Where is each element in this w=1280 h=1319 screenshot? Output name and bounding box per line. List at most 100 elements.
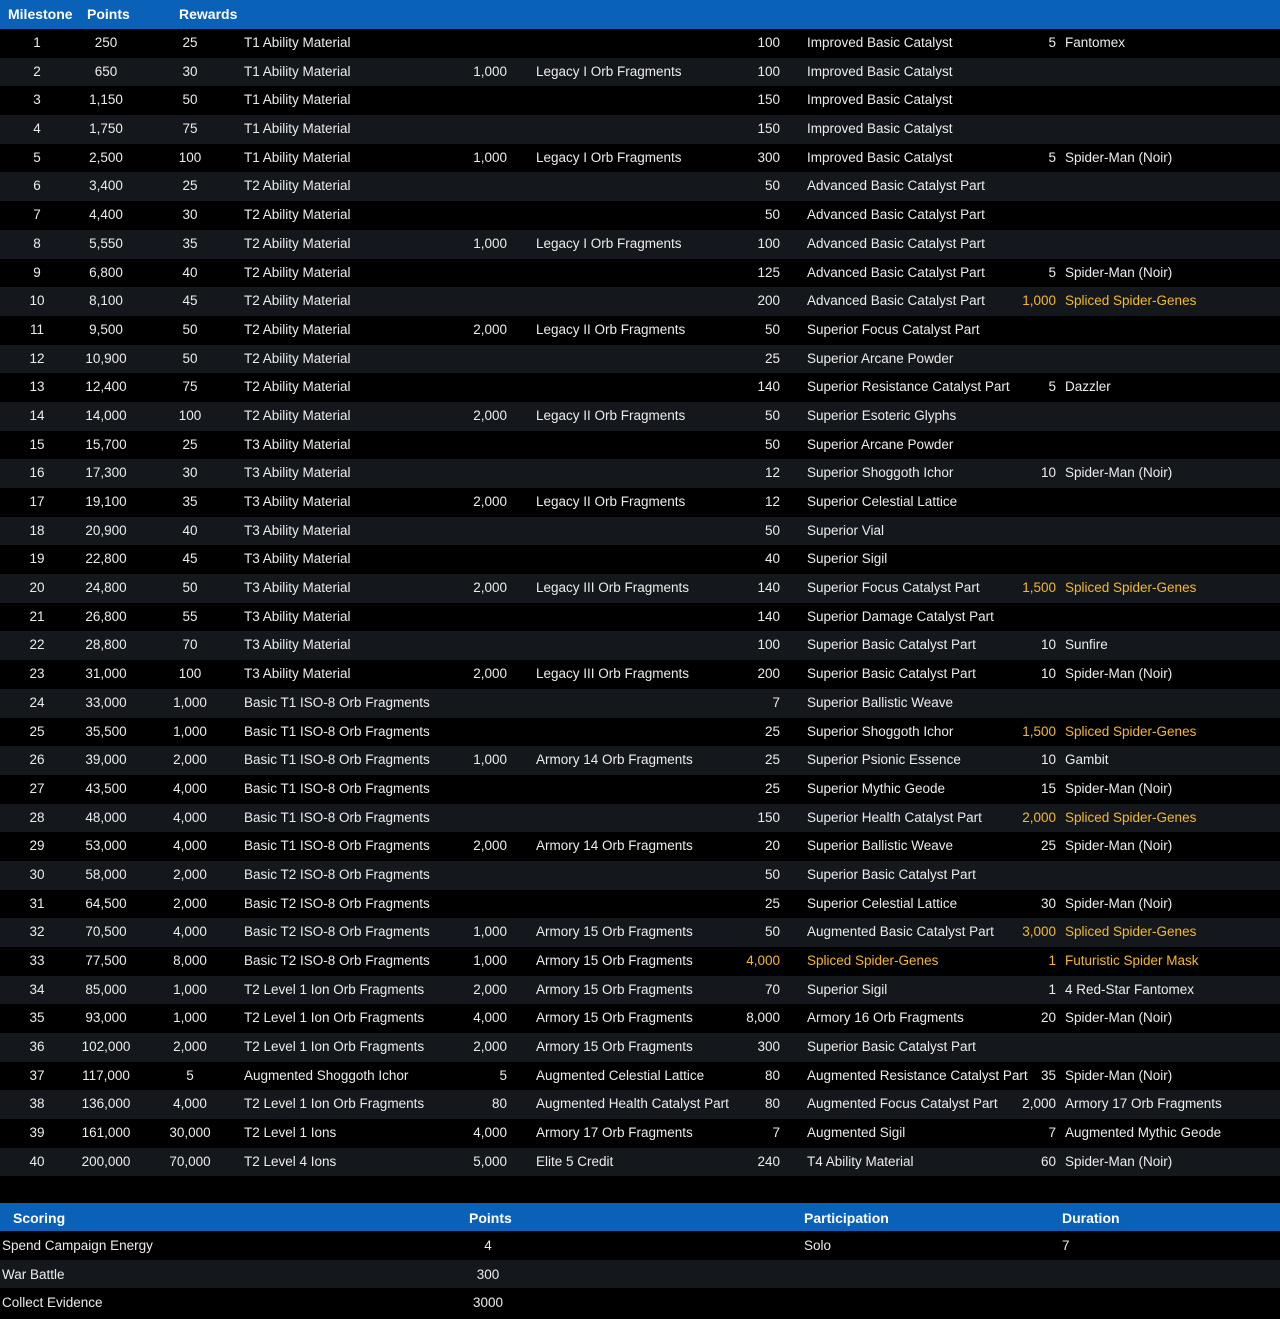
- reward4-item-cell: Spider-Man (Noir): [1065, 1067, 1173, 1083]
- reward3-item-cell: Superior Basic Catalyst Part: [807, 666, 976, 682]
- reward1-item-cell: T2 Level 1 Ion Orb Fragments: [244, 981, 425, 997]
- milestone-row: 8 5,550 35 T2 Ability Material 1,000 Legacy I…: [0, 229, 1280, 259]
- reward3-item-cell: Superior Damage Catalyst Part: [807, 608, 994, 624]
- points-column-header: Points: [87, 6, 130, 22]
- reward1-qty-cell: 5: [186, 1067, 194, 1083]
- milestone-cell: 28: [29, 809, 45, 825]
- reward3-qty-cell: 150: [757, 92, 780, 108]
- reward3-item-cell: Superior Ballistic Weave: [807, 838, 954, 854]
- reward4-item-cell: Sunfire: [1065, 637, 1108, 653]
- points-cell: 35,500: [85, 723, 127, 739]
- reward1-item-cell: T2 Ability Material: [244, 235, 351, 251]
- points-cell: 250: [94, 35, 118, 50]
- reward3-item-cell: Advanced Basic Catalyst Part: [807, 293, 985, 309]
- reward1-qty-cell: 45: [182, 551, 198, 567]
- milestone-cell: 8: [33, 235, 41, 251]
- reward4-qty-cell: 1: [1048, 981, 1056, 997]
- points-cell: 20,900: [85, 522, 127, 538]
- reward3-qty-cell: 300: [757, 1039, 780, 1055]
- reward2-qty-cell: 5: [499, 1067, 507, 1083]
- reward1-qty-cell: 50: [182, 350, 198, 366]
- points-cell: 43,500: [85, 780, 127, 796]
- reward3-qty-cell: 50: [764, 178, 780, 194]
- reward3-item-cell: Superior Shoggoth Ichor: [807, 465, 954, 481]
- points-cell: 53,000: [85, 838, 127, 854]
- reward1-item-cell: T3 Ability Material: [244, 551, 351, 567]
- reward1-qty-cell: 30: [182, 63, 198, 79]
- points-cell: 3,400: [89, 178, 123, 194]
- participation-cell: Solo: [804, 1238, 832, 1253]
- reward1-qty-cell: 75: [182, 379, 198, 395]
- milestone-row: 26 39,000 2,000 Basic T1 ISO-8 Orb Fragment…: [0, 746, 1280, 775]
- reward1-item-cell: T2 Ability Material: [244, 207, 351, 223]
- points-cell: 85,000: [85, 981, 127, 997]
- reward3-qty-cell: 70: [764, 981, 780, 997]
- milestone-cell: 33: [29, 953, 45, 968]
- milestone-row: 30 58,000 2,000 Basic T2 ISO-8 Orb Fragment…: [0, 860, 1280, 890]
- reward1-item-cell: Basic T1 ISO-8 Orb Fragments: [244, 838, 430, 854]
- reward4-item-cell: Augmented Mythic Geode: [1065, 1125, 1222, 1141]
- points-cell: 31,000: [85, 666, 127, 682]
- reward1-item-cell: T2 Ability Material: [244, 293, 351, 309]
- points-cell: 161,000: [81, 1125, 131, 1141]
- reward4-qty-cell: 25: [1040, 838, 1056, 854]
- milestone-column-header: Milestone: [8, 6, 73, 22]
- reward1-qty-cell: 4,000: [173, 924, 207, 940]
- milestone-cell: 27: [29, 780, 45, 796]
- milestone-cell: 38: [29, 1096, 45, 1112]
- milestone-cell: 10: [29, 293, 45, 309]
- reward4-item-cell: Gambit: [1065, 752, 1109, 768]
- milestone-row: 3 1,150 50 T1 Ability Material 150 Improved B…: [0, 86, 1280, 116]
- points-cell: 4,400: [89, 207, 123, 223]
- points-cell: 17,300: [85, 465, 127, 481]
- reward2-qty-cell: 1,000: [473, 924, 507, 940]
- points-cell: 136,000: [81, 1096, 131, 1112]
- points-cell: 117,000: [82, 1067, 130, 1083]
- reward1-item-cell: T2 Ability Material: [244, 379, 351, 395]
- milestone-row: 15 15,700 25 T3 Ability Material 50 Superior …: [0, 430, 1280, 460]
- reward4-item-cell: Spider-Man (Noir): [1065, 149, 1173, 165]
- reward1-item-cell: T2 Ability Material: [244, 321, 351, 337]
- points-cell: 22,800: [85, 551, 127, 567]
- reward1-qty-cell: 25: [182, 436, 198, 452]
- reward3-item-cell: Augmented Sigil: [807, 1125, 906, 1141]
- reward1-qty-cell: 35: [182, 494, 198, 509]
- reward1-item-cell: T2 Level 1 Ion Orb Fragments: [244, 1010, 425, 1026]
- reward2-item-cell: Legacy I Orb Fragments: [536, 149, 682, 165]
- reward2-qty-cell: 2,000: [473, 1039, 507, 1055]
- reward3-qty-cell: 100: [757, 235, 780, 251]
- milestone-row: 2 650 30 T1 Ability Material 1,000 Legacy I O…: [0, 57, 1280, 87]
- reward1-item-cell: Basic T1 ISO-8 Orb Fragments: [244, 809, 430, 825]
- milestone-cell: 17: [29, 494, 45, 509]
- points-cell: 8,100: [89, 293, 123, 309]
- reward3-item-cell: Superior Celestial Lattice: [807, 494, 958, 509]
- reward4-item-cell: Spider-Man (Noir): [1065, 780, 1173, 796]
- reward2-item-cell: Legacy II Orb Fragments: [536, 321, 686, 337]
- reward3-item-cell: Superior Sigil: [807, 981, 888, 997]
- points-cell: 93,000: [85, 1010, 127, 1026]
- reward3-qty-cell: 150: [757, 121, 780, 137]
- milestone-cell: 22: [29, 637, 45, 653]
- milestone-table-body: 1 250 25 T1 Ability Material 100 Improved Bas…: [0, 29, 1280, 1177]
- reward4-qty-cell: 10: [1040, 637, 1056, 653]
- reward4-qty-cell: 10: [1040, 752, 1056, 768]
- reward4-qty-cell: 5: [1048, 379, 1056, 395]
- milestone-row: 11 9,500 50 T2 Ability Material 2,000 Legacy …: [0, 315, 1280, 345]
- milestone-row: 7 4,400 30 T2 Ability Material 50 Advanced Ba…: [0, 201, 1280, 230]
- reward2-item-cell: Legacy I Orb Fragments: [536, 63, 682, 79]
- reward4-qty-cell: 5: [1048, 149, 1056, 165]
- reward1-qty-cell: 40: [182, 522, 198, 538]
- reward3-item-cell: Superior Arcane Powder: [807, 436, 954, 452]
- reward4-qty-cell: 20: [1040, 1010, 1056, 1026]
- reward2-qty-cell: 4,000: [473, 1010, 507, 1026]
- points-cell: 64,500: [85, 895, 127, 911]
- milestone-cell: 31: [29, 895, 45, 911]
- reward2-item-cell: Armory 14 Orb Fragments: [536, 838, 693, 854]
- reward4-item-cell: Spider-Man (Noir): [1065, 1010, 1173, 1026]
- reward1-item-cell: T3 Ability Material: [244, 465, 351, 481]
- reward2-qty-cell: 2,000: [473, 407, 507, 423]
- reward3-qty-cell: 140: [757, 580, 780, 596]
- milestone-cell: 16: [29, 465, 45, 481]
- points-cell: 6,800: [89, 264, 123, 280]
- milestone-row: 37 117,000 5 Augmented Shoggoth Ichor 5 Augme…: [0, 1061, 1280, 1091]
